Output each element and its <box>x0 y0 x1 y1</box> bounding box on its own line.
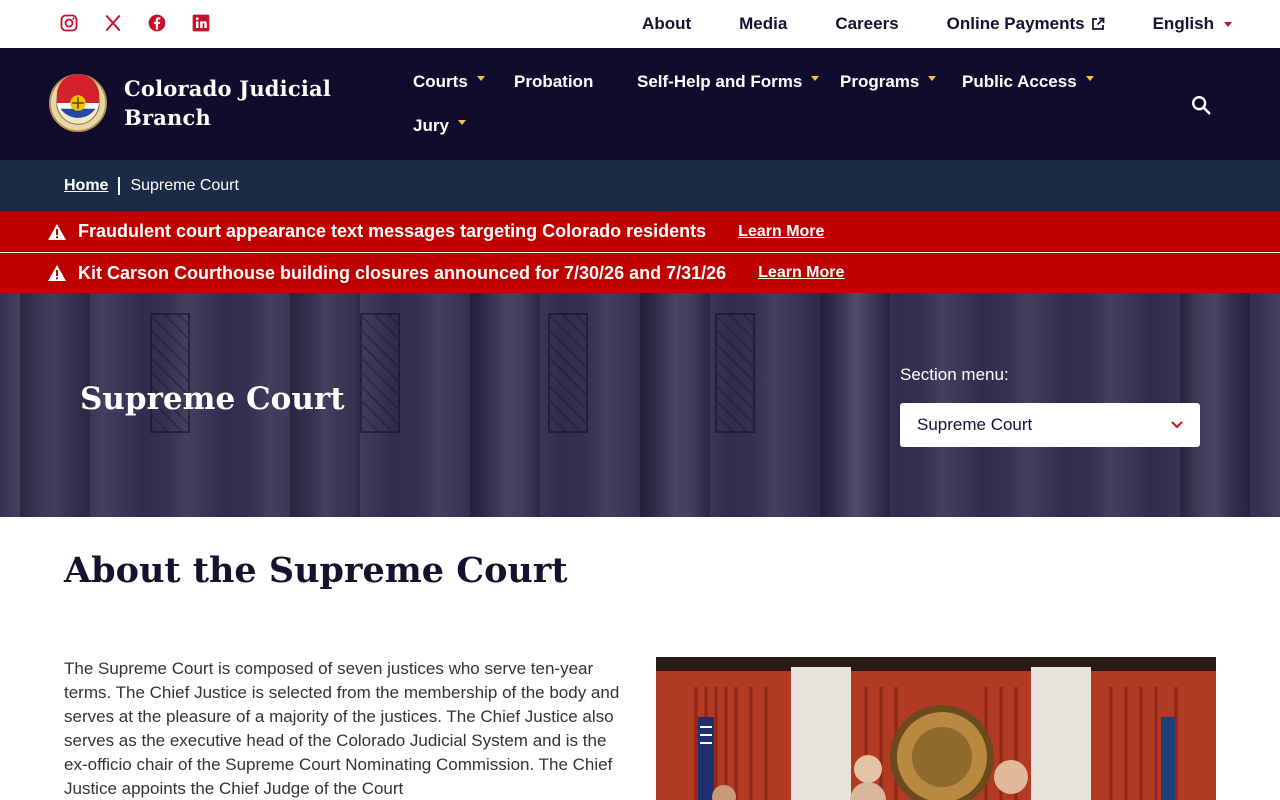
warning-icon <box>48 223 66 240</box>
chevron-down-icon <box>928 75 937 81</box>
section-menu-select[interactable]: Supreme Court <box>900 403 1200 447</box>
language-selector[interactable]: English <box>1153 14 1232 34</box>
alert-learn-more-link[interactable]: Learn More <box>758 264 844 282</box>
chevron-down-icon <box>1085 75 1094 81</box>
search-icon[interactable] <box>1190 94 1212 116</box>
linkedin-icon[interactable] <box>190 12 212 34</box>
alert-banner-closure: Kit Carson Courthouse building closures … <box>0 253 1280 293</box>
nav-self-help-forms[interactable]: Self-Help and Forms <box>637 72 820 92</box>
breadcrumb-home[interactable]: Home <box>64 177 108 195</box>
warning-icon <box>48 265 66 281</box>
nav-jury[interactable]: Jury <box>413 116 466 136</box>
chevron-down-icon <box>811 75 820 81</box>
page-title: Supreme Court <box>80 381 345 417</box>
hero-column-shade <box>820 293 890 517</box>
hero-banner: Supreme Court Section menu: Supreme Cour… <box>0 293 1280 517</box>
utility-links: About Media Careers Online Payments Engl… <box>642 0 1232 48</box>
nav-programs[interactable]: Programs <box>840 72 937 92</box>
brand-line-2: Branch <box>124 105 211 130</box>
language-label: English <box>1152 14 1214 33</box>
nav-probation[interactable]: Probation <box>514 72 593 92</box>
alert-message: Fraudulent court appearance text message… <box>78 221 707 241</box>
online-payments-link[interactable]: Online Payments <box>947 14 1105 34</box>
chevron-down-icon <box>457 119 466 125</box>
justices-photo <box>656 657 1216 800</box>
x-icon[interactable] <box>102 12 124 34</box>
external-link-icon <box>1091 17 1104 30</box>
nav-programs-label: Programs <box>840 72 920 91</box>
hero-window <box>548 313 588 433</box>
nav-jury-label: Jury <box>413 116 449 135</box>
careers-label: Careers <box>835 14 899 33</box>
alert-banner-fraud: Fraudulent court appearance text message… <box>0 212 1280 252</box>
facebook-icon[interactable] <box>146 12 168 34</box>
about-label: About <box>642 14 692 33</box>
nav-courts-label: Courts <box>413 72 468 91</box>
hero-column-shade <box>640 293 710 517</box>
nav-public-access[interactable]: Public Access <box>962 72 1094 92</box>
utility-bar: About Media Careers Online Payments Engl… <box>0 0 1280 48</box>
social-links <box>58 12 212 34</box>
hero-column-shade <box>470 293 540 517</box>
alert-message: Kit Carson Courthouse building closures … <box>78 262 727 283</box>
alert-learn-more-link[interactable]: Learn More <box>738 223 824 241</box>
section-menu-value: Supreme Court <box>917 415 1033 434</box>
media-label: Media <box>739 14 788 33</box>
colorado-judicial-seal-logo[interactable] <box>49 74 107 132</box>
online-payments-label: Online Payments <box>946 14 1085 33</box>
about-paragraph: The Supreme Court is composed of seven j… <box>64 659 620 798</box>
about-link[interactable]: About <box>642 14 691 34</box>
chevron-down-icon <box>476 75 485 81</box>
brand-line-1: Colorado Judicial <box>124 76 331 101</box>
nav-selfhelp-label: Self-Help and Forms <box>637 72 803 91</box>
breadcrumb-current: Supreme Court <box>130 177 239 194</box>
nav-public-access-label: Public Access <box>962 72 1077 91</box>
breadcrumb: Home Supreme Court <box>0 160 1280 212</box>
hero-window <box>715 313 755 433</box>
chevron-down-icon <box>1224 21 1232 27</box>
site-brand[interactable]: Colorado Judicial Branch <box>124 74 364 132</box>
hero-window <box>360 313 400 433</box>
media-link[interactable]: Media <box>739 14 787 34</box>
nav-probation-label: Probation <box>514 72 594 91</box>
breadcrumb-separator <box>118 177 121 195</box>
section-menu-label: Section menu: <box>900 365 1009 384</box>
instagram-icon[interactable] <box>58 12 80 34</box>
chevron-down-icon <box>1171 421 1183 429</box>
main-navigation: Colorado Judicial Branch Courts Probatio… <box>0 48 1280 160</box>
careers-link[interactable]: Careers <box>835 14 898 34</box>
nav-courts[interactable]: Courts <box>413 72 485 92</box>
section-heading: About the Supreme Court <box>64 550 568 591</box>
